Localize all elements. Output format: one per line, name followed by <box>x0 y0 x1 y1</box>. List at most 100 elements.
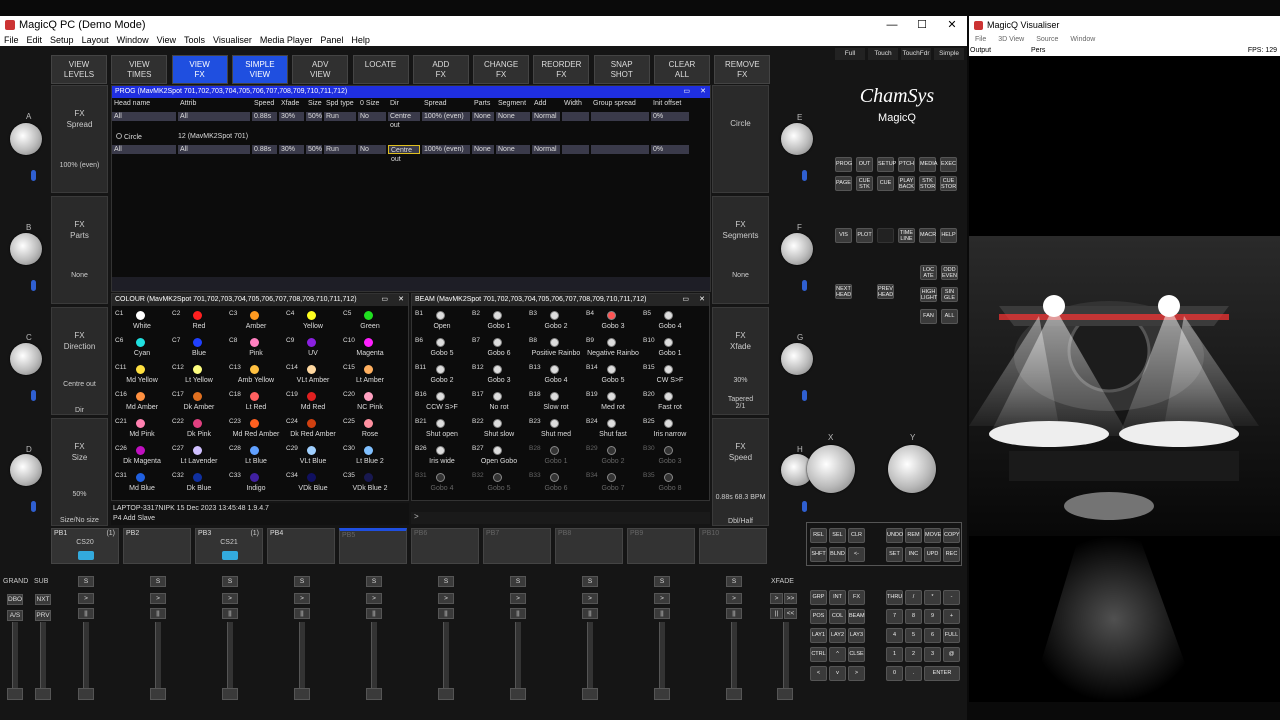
softkey-view-fx[interactable]: VIEW FX <box>171 55 228 84</box>
prog-cell[interactable] <box>562 112 589 121</box>
playback-pb9[interactable]: PB9 <box>627 528 695 564</box>
key-rel[interactable]: REL <box>810 528 827 543</box>
prog-cell[interactable] <box>591 145 649 154</box>
prog-cell[interactable]: Run <box>324 112 356 121</box>
visualiser-3d-view[interactable] <box>969 56 1280 702</box>
beam-palette-item[interactable]: B24 Shut fast <box>585 417 641 443</box>
fader-cap[interactable] <box>294 688 310 700</box>
beam-palette-item[interactable]: B2 Gobo 1 <box>471 309 527 335</box>
maximize-icon[interactable]: ▭ <box>682 294 689 306</box>
prog-cell[interactable]: 0% <box>651 145 689 154</box>
key-inc[interactable]: INC <box>905 547 922 562</box>
beam-palette-item[interactable]: B10 Gobo 1 <box>642 336 698 362</box>
playback-pb4[interactable]: PB4 <box>267 528 335 564</box>
prog-cell[interactable]: Centre out <box>388 145 420 163</box>
colour-palette-item[interactable]: C12 Lt Yellow <box>171 363 227 389</box>
prog-cell[interactable]: Run <box>324 145 356 154</box>
encoder-panel-left[interactable]: FX Direction Centre out Dir <box>51 307 108 415</box>
prv-button[interactable]: PRV <box>35 610 51 621</box>
key-high-light[interactable]: HIGH LIGHT <box>920 287 937 302</box>
dbo-button[interactable]: DBO <box>7 594 23 605</box>
command-line[interactable]: > <box>411 512 710 524</box>
beam-palette-item[interactable]: B5 Gobo 4 <box>642 309 698 335</box>
xfade-fader-track[interactable] <box>783 622 789 692</box>
fader-pause-button[interactable]: || <box>510 608 526 619</box>
fader-cap[interactable] <box>150 688 166 700</box>
softkey-view-levels[interactable]: VIEW LEVELS <box>51 55 107 84</box>
fader-cap[interactable] <box>222 688 238 700</box>
close-button[interactable]: ✕ <box>937 16 967 34</box>
prog-cell[interactable]: None <box>472 145 494 154</box>
key-thru[interactable]: THRU <box>886 590 903 605</box>
colour-palette-item[interactable]: C14 VLt Amber <box>285 363 341 389</box>
encoder-panel-left[interactable]: FX Size 50% Size/No size <box>51 418 108 526</box>
fader-go-button[interactable]: > <box>294 593 310 604</box>
key-blnd[interactable]: BLND <box>829 547 846 562</box>
fader-pause-button[interactable]: || <box>654 608 670 619</box>
key-clr[interactable]: CLR <box>848 528 865 543</box>
menu-item-file[interactable]: File <box>0 35 23 45</box>
key-help[interactable]: HELP <box>940 228 957 243</box>
key-macr[interactable]: MACR <box>919 228 936 243</box>
encoder-panel-right[interactable]: FX Segments None <box>712 196 769 304</box>
key-page[interactable]: PAGE <box>835 176 852 191</box>
fader-go-button[interactable]: > <box>510 593 526 604</box>
encoder-panel-right[interactable]: FX Xfade 30% Tapered 2/1 <box>712 307 769 415</box>
beam-palette-item[interactable]: B27 Open Gobo <box>471 444 527 470</box>
menu-item-media-player[interactable]: Media Player <box>256 35 317 45</box>
key-upd[interactable]: UPD <box>924 547 941 562</box>
prog-scrollbar[interactable] <box>112 277 710 291</box>
prog-cell[interactable]: None <box>496 145 530 154</box>
key--[interactable]: - <box>943 590 960 605</box>
fader-s-button[interactable]: S <box>222 576 238 587</box>
key-media[interactable]: MEDIA <box>919 157 937 172</box>
key-out[interactable]: OUT <box>856 157 873 172</box>
key-time-line[interactable]: TIME LINE <box>898 228 915 243</box>
fader-s-button[interactable]: S <box>510 576 526 587</box>
maximize-button[interactable]: ☐ <box>907 16 937 34</box>
fader-go-button[interactable]: > <box>222 593 238 604</box>
key-next-head[interactable]: NEXT HEAD <box>835 284 852 299</box>
key-2[interactable]: 2 <box>905 647 922 662</box>
fader-s-button[interactable]: S <box>438 576 454 587</box>
fader-s-button[interactable]: S <box>726 576 742 587</box>
xfade-fader-cap[interactable] <box>777 688 793 700</box>
key-7[interactable]: 7 <box>886 609 903 624</box>
fader-pause-button[interactable]: || <box>726 608 742 619</box>
key-3[interactable]: 3 <box>924 647 941 662</box>
xfade-button[interactable]: << <box>784 608 797 619</box>
colour-palette-item[interactable]: C13 Amb Yellow <box>228 363 284 389</box>
colour-palette-item[interactable]: C20 NC Pink <box>342 390 398 416</box>
fader-s-button[interactable]: S <box>366 576 382 587</box>
prog-cell[interactable]: 50% <box>306 145 322 154</box>
encoder-knob-b[interactable] <box>10 233 42 265</box>
colour-palette-item[interactable]: C2 Red <box>171 309 227 335</box>
fader-track[interactable] <box>587 622 593 692</box>
colour-palette-item[interactable]: C22 Dk Pink <box>171 417 227 443</box>
fader-pause-button[interactable]: || <box>582 608 598 619</box>
beam-palette-item[interactable]: B33 Gobo 6 <box>528 471 584 497</box>
vis-menu-item[interactable]: File <box>969 36 992 43</box>
softkey-remove-fx[interactable]: REMOVE FX <box>714 55 771 84</box>
maximize-icon[interactable]: ▭ <box>683 86 690 98</box>
prog-cell[interactable]: 50% <box>306 112 322 121</box>
playback-pb6[interactable]: PB6 <box>411 528 479 564</box>
beam-palette-item[interactable]: B18 Slow rot <box>528 390 584 416</box>
key-shft[interactable]: SHFT <box>810 547 827 562</box>
softkey-snap-shot[interactable]: SNAP SHOT <box>593 55 650 84</box>
fader-track[interactable] <box>515 622 521 692</box>
key-play-back[interactable]: PLAY BACK <box>898 176 915 191</box>
prog-cell[interactable]: 30% <box>279 145 304 154</box>
fader-track[interactable] <box>731 622 737 692</box>
key-ptch[interactable]: PTCH <box>898 157 915 172</box>
beam-palette-item[interactable]: B30 Gobo 3 <box>642 444 698 470</box>
fader-s-button[interactable]: S <box>78 576 94 587</box>
menu-item-view[interactable]: View <box>153 35 180 45</box>
colour-palette-item[interactable]: C30 Lt Blue 2 <box>342 444 398 470</box>
colour-palette-item[interactable]: C8 Pink <box>228 336 284 362</box>
key-stk-stor[interactable]: STK STOR <box>919 176 936 191</box>
nxt-button[interactable]: NXT <box>35 594 51 605</box>
key-5[interactable]: 5 <box>905 628 922 643</box>
beam-palette-item[interactable]: B4 Gobo 3 <box>585 309 641 335</box>
colour-palette-item[interactable]: C33 Indigo <box>228 471 284 497</box>
